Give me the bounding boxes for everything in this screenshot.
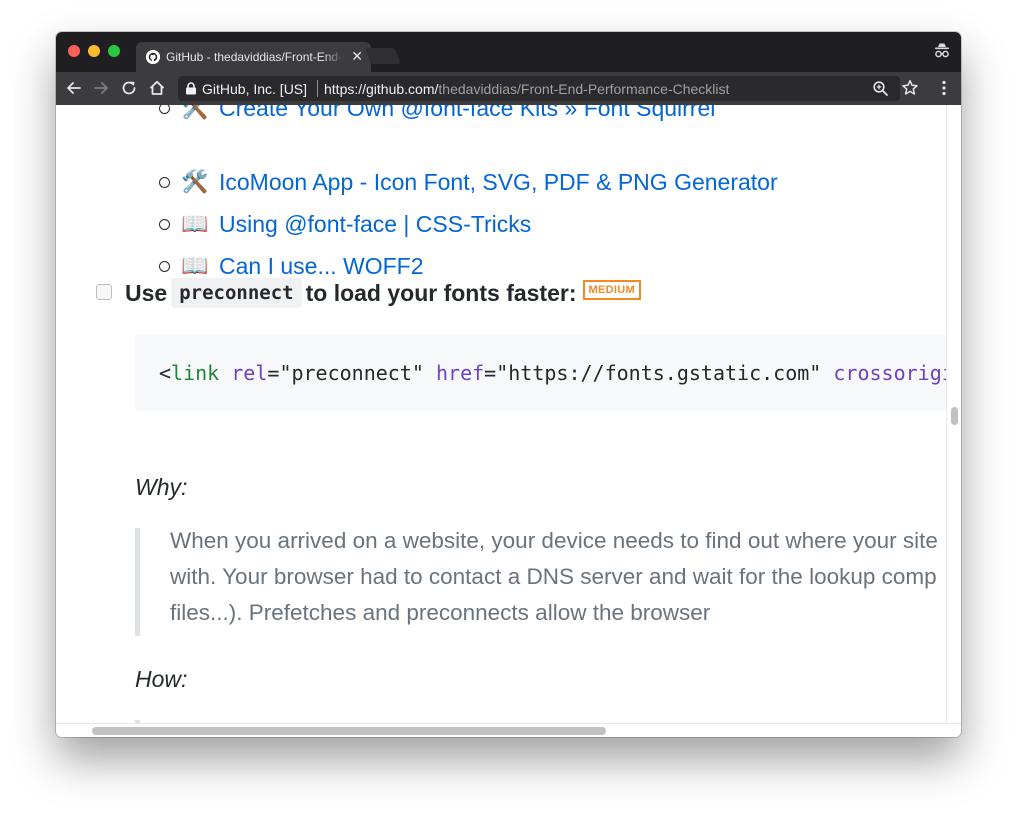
github-icon (146, 50, 160, 64)
browser-window: GitHub - thedaviddias/Front-End-Performa… (56, 32, 961, 737)
quote-line: files...). Prefetches and preconnects al… (170, 600, 711, 625)
back-arrow-icon[interactable] (64, 78, 84, 98)
omnibox-divider (317, 80, 318, 97)
page-content: 🛠️ Create Your Own @font-face Kits » Fon… (56, 105, 946, 723)
url-host: https://github.com/ (324, 81, 439, 97)
circle-bullet-icon (159, 177, 170, 188)
close-tab-icon[interactable]: ✕ (351, 48, 363, 65)
tab-title: GitHub - thedaviddias/Front-End-Performa… (166, 50, 344, 64)
code-eq: = (267, 361, 280, 385)
code-attr: rel (231, 361, 268, 385)
code-tag: link (171, 361, 220, 385)
code-string: "preconnect" (279, 361, 424, 385)
home-icon[interactable] (147, 78, 167, 98)
tools-icon: 🛠️ (181, 169, 209, 194)
forward-arrow-icon[interactable] (91, 78, 111, 98)
book-icon: 📖 (181, 253, 209, 278)
quote-line: with. Your browser had to contact a DNS … (170, 564, 937, 589)
zoom-window-button[interactable] (108, 45, 120, 57)
priority-badge: MEDIUM (582, 280, 641, 300)
book-icon: 📖 (181, 211, 209, 236)
why-heading: Why: (135, 474, 188, 500)
bookmark-star-icon[interactable] (900, 78, 920, 98)
quote-line: - Before prefetching your webfonts, use … (170, 715, 946, 723)
menu-kebab-icon[interactable] (934, 78, 954, 98)
browser-toolbar: GitHub, Inc. [US] https://github.com/the… (56, 72, 961, 105)
circle-bullet-icon (159, 261, 170, 272)
horizontal-scrollbar[interactable] (56, 723, 961, 737)
tab-github[interactable]: GitHub - thedaviddias/Front-End-Performa… (136, 42, 371, 72)
list-link[interactable]: Create Your Own @font-face Kits » Font S… (219, 105, 715, 122)
close-window-button[interactable] (68, 45, 80, 57)
list-link[interactable]: Can I use... WOFF2 (219, 252, 424, 280)
blockquote-why: When you arrived on a website, your devi… (135, 528, 946, 636)
task-checkbox[interactable] (96, 284, 112, 300)
code-lt: < (159, 361, 172, 385)
task-title: Use preconnect to load your fonts faster: M… (125, 278, 641, 312)
site-identity[interactable]: GitHub, Inc. [US] (202, 81, 307, 97)
code-block: <link rel="preconnect" href="https://fon… (135, 335, 946, 411)
circle-bullet-icon (159, 105, 170, 114)
incognito-icon (935, 43, 949, 58)
code-attr: crossorigin (833, 361, 946, 385)
horizontal-scroll-thumb[interactable] (92, 727, 606, 735)
code-eq: = (484, 361, 497, 385)
new-tab-button[interactable] (365, 48, 401, 64)
circle-bullet-icon (159, 219, 170, 230)
tab-strip: GitHub - thedaviddias/Front-End-Performa… (56, 32, 961, 72)
vertical-scroll-thumb[interactable] (951, 407, 958, 425)
zoom-icon[interactable] (872, 80, 889, 97)
list-link[interactable]: Using @font-face | CSS-Tricks (219, 210, 531, 238)
minimize-window-button[interactable] (88, 45, 100, 57)
tools-icon: 🛠️ (181, 105, 209, 120)
list-link[interactable]: IcoMoon App - Icon Font, SVG, PDF & PNG … (219, 168, 778, 196)
task-suffix: to load your fonts faster: (305, 280, 577, 306)
code-string: "https://fonts.gstatic.com" (496, 361, 822, 385)
how-heading: How: (135, 666, 188, 692)
code-attr: href (435, 361, 485, 385)
url-text[interactable]: https://github.com/thedaviddias/Front-En… (324, 81, 729, 97)
task-prefix: Use (125, 280, 168, 306)
url-path: thedaviddias/Front-End-Performance-Check… (438, 81, 730, 97)
vertical-scrollbar[interactable] (946, 105, 961, 723)
quote-line: When you arrived on a website, your devi… (170, 528, 938, 553)
reload-icon[interactable] (119, 78, 139, 98)
lock-icon (186, 82, 196, 95)
code-line: <link rel="preconnect" href="https://fon… (159, 359, 946, 387)
inline-code: preconnect (171, 278, 302, 308)
address-bar[interactable]: GitHub, Inc. [US] https://github.com/the… (178, 76, 900, 101)
